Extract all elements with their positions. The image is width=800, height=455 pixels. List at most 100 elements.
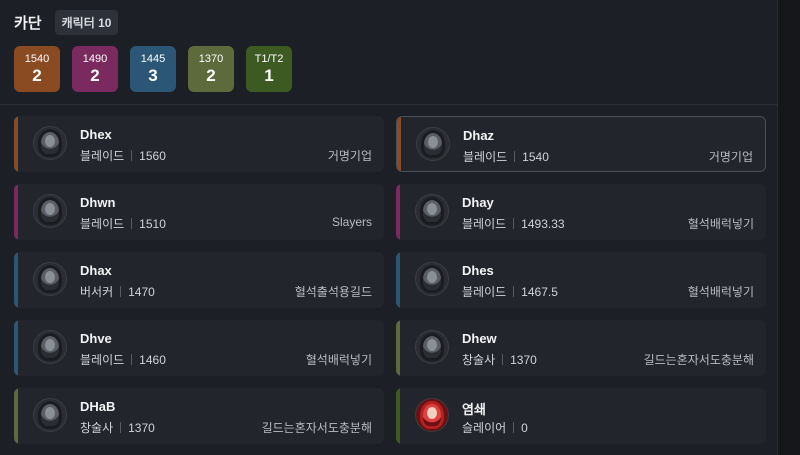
- meta-separator: [502, 354, 504, 365]
- character-card[interactable]: Dhex 블레이드 1560 거명기업: [14, 116, 384, 172]
- tier-accent-bar: [396, 320, 400, 376]
- character-class: 슬레이어: [462, 421, 507, 435]
- tier-count: 3: [148, 65, 158, 85]
- character-count-badge: 캐릭터 10: [54, 9, 119, 35]
- tier-accent-bar: [14, 252, 18, 308]
- meta-separator: [513, 422, 515, 433]
- character-card[interactable]: Dhve 블레이드 1460 혈석배럭넣기: [14, 320, 384, 376]
- tier-badge[interactable]: T1/T2 1: [246, 46, 292, 92]
- character-card[interactable]: Dhax 버서커 1470 혈석출석용길드: [14, 252, 384, 308]
- character-card[interactable]: Dhwn 블레이드 1510 Slayers: [14, 184, 384, 240]
- item-level: 1510: [139, 216, 166, 231]
- item-level: 1560: [139, 148, 166, 163]
- guild-name: 혈석배럭넣기: [687, 285, 754, 299]
- item-level: 0: [521, 420, 528, 435]
- guild-name: 혈석배럭넣기: [687, 217, 754, 231]
- tier-accent-bar: [396, 388, 400, 444]
- tier-accent-bar: [14, 184, 18, 240]
- character-class: 창술사: [80, 421, 114, 435]
- character-class: 블레이드: [80, 149, 125, 163]
- character-class: 블레이드: [463, 150, 508, 164]
- tier-accent-bar: [14, 320, 18, 376]
- divider: [0, 104, 777, 105]
- character-card[interactable]: Dhaz 블레이드 1540 거명기업: [396, 116, 766, 172]
- character-meta: 블레이드 1560: [80, 147, 166, 164]
- item-level: 1467.5: [521, 284, 558, 299]
- character-grid: Dhex 블레이드 1560 거명기업 Dhaz 블레이드 1540 거명기업 Dhwn 블레이드…: [14, 116, 766, 444]
- character-class: 블레이드: [80, 353, 125, 367]
- guild-name: 길드는혼자서도충분해: [261, 421, 372, 435]
- character-meta: 블레이드 1540: [463, 148, 549, 165]
- guild-name: 거명기업: [327, 149, 372, 163]
- tier-accent-bar: [14, 388, 18, 444]
- character-meta: 창술사 1370: [80, 419, 155, 436]
- avatar: [415, 262, 449, 296]
- meta-separator: [513, 286, 515, 297]
- tier-accent-bar: [14, 116, 18, 172]
- tier-count: 2: [32, 65, 42, 85]
- character-name: Dhax: [80, 263, 112, 278]
- character-card[interactable]: DHaB 창술사 1370 길드는혼자서도충분해: [14, 388, 384, 444]
- tier-accent-bar: [396, 252, 400, 308]
- avatar: [33, 330, 67, 364]
- tier-badge[interactable]: 1540 2: [14, 46, 60, 92]
- character-class: 버서커: [80, 285, 114, 299]
- meta-separator: [131, 354, 133, 365]
- character-card[interactable]: Dhes 블레이드 1467.5 혈석배럭넣기: [396, 252, 766, 308]
- avatar: [415, 330, 449, 364]
- item-level: 1370: [510, 352, 537, 367]
- character-meta: 블레이드 1493.33: [462, 215, 565, 232]
- guild-name: Slayers: [331, 215, 372, 229]
- tier-label: 1490: [82, 52, 108, 65]
- character-name: Dhwn: [80, 195, 116, 210]
- tier-summary: 1540 2 1490 2 1445 3 1370 2 T1/T2 1: [14, 46, 292, 92]
- character-meta: 블레이드 1460: [80, 351, 166, 368]
- character-card[interactable]: Dhew 창술사 1370 길드는혼자서도충분해: [396, 320, 766, 376]
- tier-accent-bar: [397, 117, 401, 171]
- character-class: 블레이드: [462, 285, 507, 299]
- meta-separator: [514, 151, 516, 162]
- character-meta: 블레이드 1467.5: [462, 283, 558, 300]
- character-name: Dhex: [80, 127, 112, 142]
- item-level: 1493.33: [521, 216, 565, 231]
- avatar: [415, 398, 449, 432]
- tier-badge[interactable]: 1370 2: [188, 46, 234, 92]
- guild-name: 혈석배럭넣기: [305, 353, 372, 367]
- item-level: 1470: [128, 284, 155, 299]
- avatar: [33, 194, 67, 228]
- character-card[interactable]: 염쇄슬레이어 0: [396, 388, 766, 444]
- character-class: 창술사: [462, 353, 496, 367]
- item-level: 1540: [522, 149, 549, 164]
- character-meta: 슬레이어 0: [462, 419, 528, 436]
- character-meta: 창술사 1370: [462, 351, 537, 368]
- avatar: [416, 127, 450, 161]
- tier-badge[interactable]: 1445 3: [130, 46, 176, 92]
- meta-separator: [131, 150, 133, 161]
- tier-count: 2: [206, 65, 216, 85]
- item-level: 1460: [139, 352, 166, 367]
- character-meta: 버서커 1470: [80, 283, 155, 300]
- tier-label: 1445: [140, 52, 166, 65]
- character-card[interactable]: Dhay 블레이드 1493.33 혈석배럭넣기: [396, 184, 766, 240]
- character-class: 블레이드: [80, 217, 125, 231]
- character-name: 염쇄: [462, 402, 486, 417]
- character-name: Dhve: [80, 331, 112, 346]
- meta-separator: [131, 218, 133, 229]
- scrollbar-track[interactable]: [778, 0, 800, 455]
- tier-label: 1540: [24, 52, 50, 65]
- character-class: 블레이드: [462, 217, 507, 231]
- meta-separator: [120, 422, 122, 433]
- character-name: Dhay: [462, 195, 494, 210]
- avatar: [415, 194, 449, 228]
- character-name: Dhew: [462, 331, 497, 346]
- tier-count: 2: [90, 65, 100, 85]
- guild-name: 길드는혼자서도충분해: [643, 353, 754, 367]
- item-level: 1370: [128, 420, 155, 435]
- avatar: [33, 398, 67, 432]
- tier-accent-bar: [396, 184, 400, 240]
- character-meta: 블레이드 1510: [80, 215, 166, 232]
- tier-label: 1370: [198, 52, 224, 65]
- tier-badge[interactable]: 1490 2: [72, 46, 118, 92]
- tier-count: 1: [264, 65, 274, 85]
- avatar: [33, 262, 67, 296]
